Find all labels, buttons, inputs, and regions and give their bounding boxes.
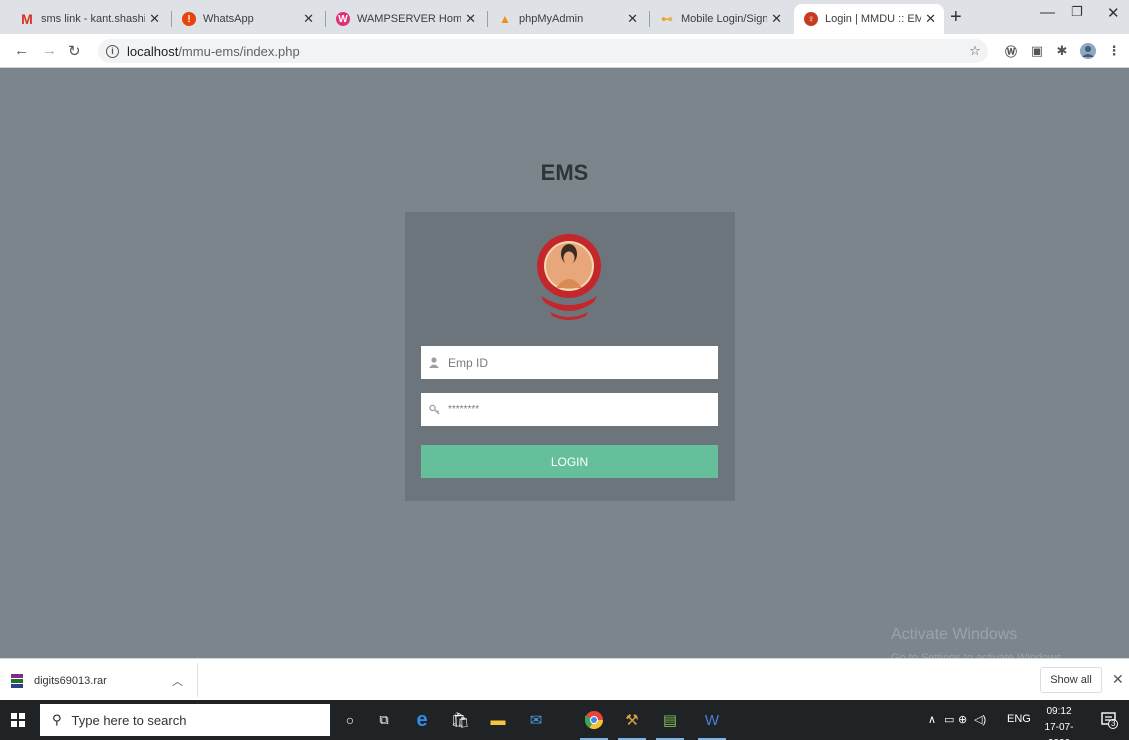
tab-title: Mobile Login/Signup Sc	[681, 13, 768, 25]
cortana-icon[interactable]: ○	[338, 708, 362, 732]
close-icon[interactable]: ✕	[303, 11, 314, 27]
mmdu-icon: ♀	[804, 12, 818, 26]
page-title: EMS	[540, 160, 589, 185]
close-icon[interactable]: ✕	[925, 11, 936, 27]
login-card: Emp ID ******** LOGIN	[405, 212, 735, 501]
windows-start-icon[interactable]	[11, 713, 25, 727]
clock-time: 09:12	[1046, 706, 1072, 717]
notification-center-icon[interactable]: 3	[1100, 711, 1118, 729]
tab-gmail[interactable]: M sms link - kant.shashi50 ✕	[10, 4, 168, 34]
notification-count: 3	[1111, 719, 1116, 728]
clock-date: 17-07-2020	[1044, 722, 1074, 740]
tab-wampserver[interactable]: W WAMPSERVER Homepa ✕	[326, 4, 484, 34]
wordpress-extension-icon[interactable]: Ⓦ	[1003, 43, 1019, 59]
profile-avatar[interactable]	[1080, 43, 1096, 59]
tab-title: phpMyAdmin	[519, 13, 584, 25]
windows-taskbar: ⚲ Type here to search ○ ⧉ e 🛍 ▬ ✉ ⚒ ▤ W …	[0, 700, 1129, 740]
restore-button[interactable]: ❐	[1071, 4, 1083, 20]
file-explorer-icon[interactable]: ▬	[486, 708, 510, 732]
chrome-icon[interactable]	[580, 708, 608, 740]
puzzle-extensions-icon[interactable]: ✱	[1054, 43, 1070, 59]
tab-title: Login | MMDU :: EMS	[825, 13, 922, 25]
tab-title: WhatsApp	[203, 13, 254, 25]
mail-icon[interactable]: ✉	[524, 708, 548, 732]
close-icon[interactable]: ✕	[465, 11, 476, 27]
menu-kebab-icon[interactable]: ⋮	[1106, 43, 1122, 59]
password-value: ********	[448, 404, 480, 415]
bookmark-star-icon[interactable]: ☆	[967, 43, 983, 59]
whatsapp-icon: !	[182, 12, 196, 26]
close-icon[interactable]: ✕	[771, 11, 782, 27]
browser-toolbar: ← → ↻ i localhost/mmu-ems/index.php ☆ Ⓦ …	[0, 34, 1129, 68]
tab-title: WAMPSERVER Homepa	[357, 13, 462, 25]
window-close-button[interactable]: ✕	[1107, 4, 1120, 22]
extension-icon[interactable]: ▣	[1029, 43, 1045, 59]
tray-chevron-up-icon[interactable]: ∧	[928, 713, 936, 726]
taskbar-search-box[interactable]: ⚲ Type here to search	[40, 704, 330, 736]
activate-windows-watermark: Activate Windows	[891, 626, 1018, 643]
network-icon[interactable]: ⊕	[958, 713, 967, 726]
phpmyadmin-icon: ▲	[499, 12, 511, 26]
search-placeholder: Type here to search	[71, 712, 187, 728]
new-tab-button[interactable]: +	[950, 6, 962, 29]
login-button[interactable]: LOGIN	[421, 445, 718, 478]
notepad-app-icon[interactable]: ▤	[656, 708, 684, 740]
signup-icon: ⊷	[661, 12, 673, 26]
url-path: /mmu-ems/index.php	[178, 43, 300, 59]
url-host: localhost	[127, 43, 179, 59]
battery-icon[interactable]: ▭	[944, 713, 954, 726]
password-field[interactable]: ********	[421, 393, 718, 426]
key-icon	[429, 404, 441, 415]
rar-file-icon	[11, 674, 23, 688]
page-body: EMS Emp ID ******** LOGIN Activate Windo…	[0, 68, 1129, 664]
close-icon[interactable]: ✕	[1112, 671, 1124, 688]
address-bar[interactable]: i localhost/mmu-ems/index.php	[98, 39, 988, 63]
volume-icon[interactable]: ◁)	[974, 713, 986, 726]
back-icon[interactable]: ←	[14, 42, 29, 59]
edge-icon[interactable]: e	[410, 708, 434, 732]
system-clock[interactable]: 09:12 17-07-2020	[1034, 704, 1084, 740]
user-icon	[429, 357, 441, 368]
close-icon[interactable]: ✕	[149, 11, 160, 27]
browser-tab-strip: M sms link - kant.shashi50 ✕ ! WhatsApp …	[0, 0, 1129, 34]
forward-icon[interactable]: →	[42, 42, 57, 59]
reload-icon[interactable]: ↻	[68, 42, 81, 60]
downloads-bar: digits69013.rar ︿ Show all ✕	[0, 658, 1129, 700]
download-file-name: digits69013.rar	[34, 675, 107, 687]
gmail-icon: M	[21, 11, 33, 27]
search-icon: ⚲	[52, 712, 62, 727]
tab-mobile-signup[interactable]: ⊷ Mobile Login/Signup Sc ✕	[650, 4, 790, 34]
emp-id-placeholder: Emp ID	[448, 355, 489, 370]
task-view-icon[interactable]: ⧉	[372, 708, 396, 732]
tab-title: sms link - kant.shashi50	[41, 13, 146, 25]
close-icon[interactable]: ✕	[627, 11, 638, 27]
university-logo	[537, 234, 601, 320]
language-indicator[interactable]: ENG	[1007, 713, 1031, 725]
tab-whatsapp[interactable]: ! WhatsApp ✕	[172, 4, 322, 34]
show-all-button[interactable]: Show all	[1040, 667, 1102, 693]
minimize-button[interactable]: —	[1040, 4, 1055, 21]
tab-phpmyadmin[interactable]: ▲ phpMyAdmin ✕	[488, 4, 646, 34]
chevron-up-icon[interactable]: ︿	[172, 673, 183, 689]
download-item[interactable]: digits69013.rar	[10, 668, 107, 694]
store-icon[interactable]: 🛍	[448, 708, 472, 732]
tab-mmdu-ems[interactable]: ♀ Login | MMDU :: EMS ✕	[794, 4, 944, 34]
wamp-icon: W	[336, 12, 350, 26]
emp-id-field[interactable]: Emp ID	[421, 346, 718, 379]
site-info-icon[interactable]: i	[106, 44, 119, 58]
word-icon[interactable]: W	[698, 708, 726, 740]
tools-app-icon[interactable]: ⚒	[618, 708, 646, 740]
